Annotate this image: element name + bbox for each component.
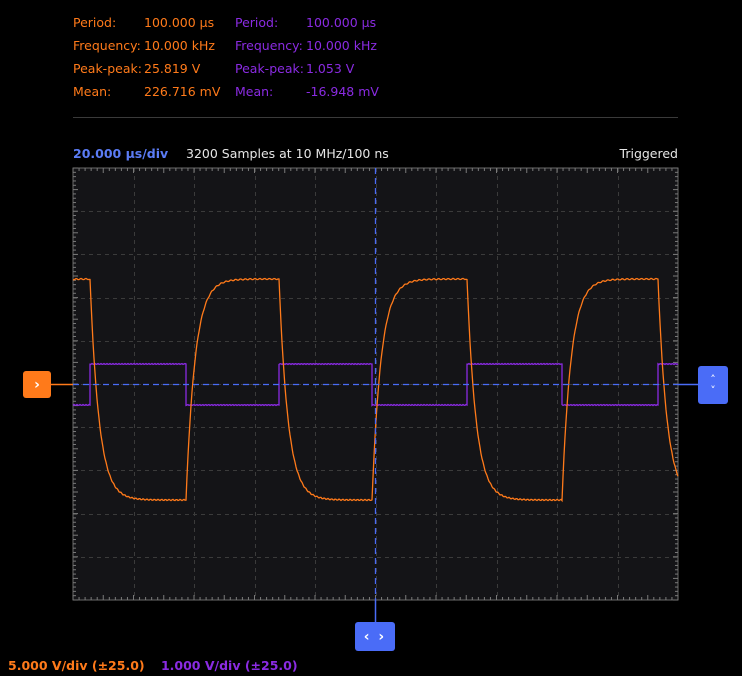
chevron-down-icon: ˅ [710,384,716,397]
ch2-scale[interactable]: 1.000 V/div (±25.0) [161,658,298,673]
time-position-handle[interactable]: ‹ › [355,622,395,651]
chevron-right-icon: › [34,376,40,393]
trigger-level-handle[interactable]: ˄ ˅ [698,366,728,404]
ch1-offset-handle[interactable]: › [23,371,51,398]
channel-scales: 5.000 V/div (±25.0) 1.000 V/div (±25.0) [8,658,310,673]
scope-display[interactable] [0,0,742,676]
chevron-left-right-icon: ‹ › [363,628,387,645]
ch1-scale[interactable]: 5.000 V/div (±25.0) [8,658,145,673]
